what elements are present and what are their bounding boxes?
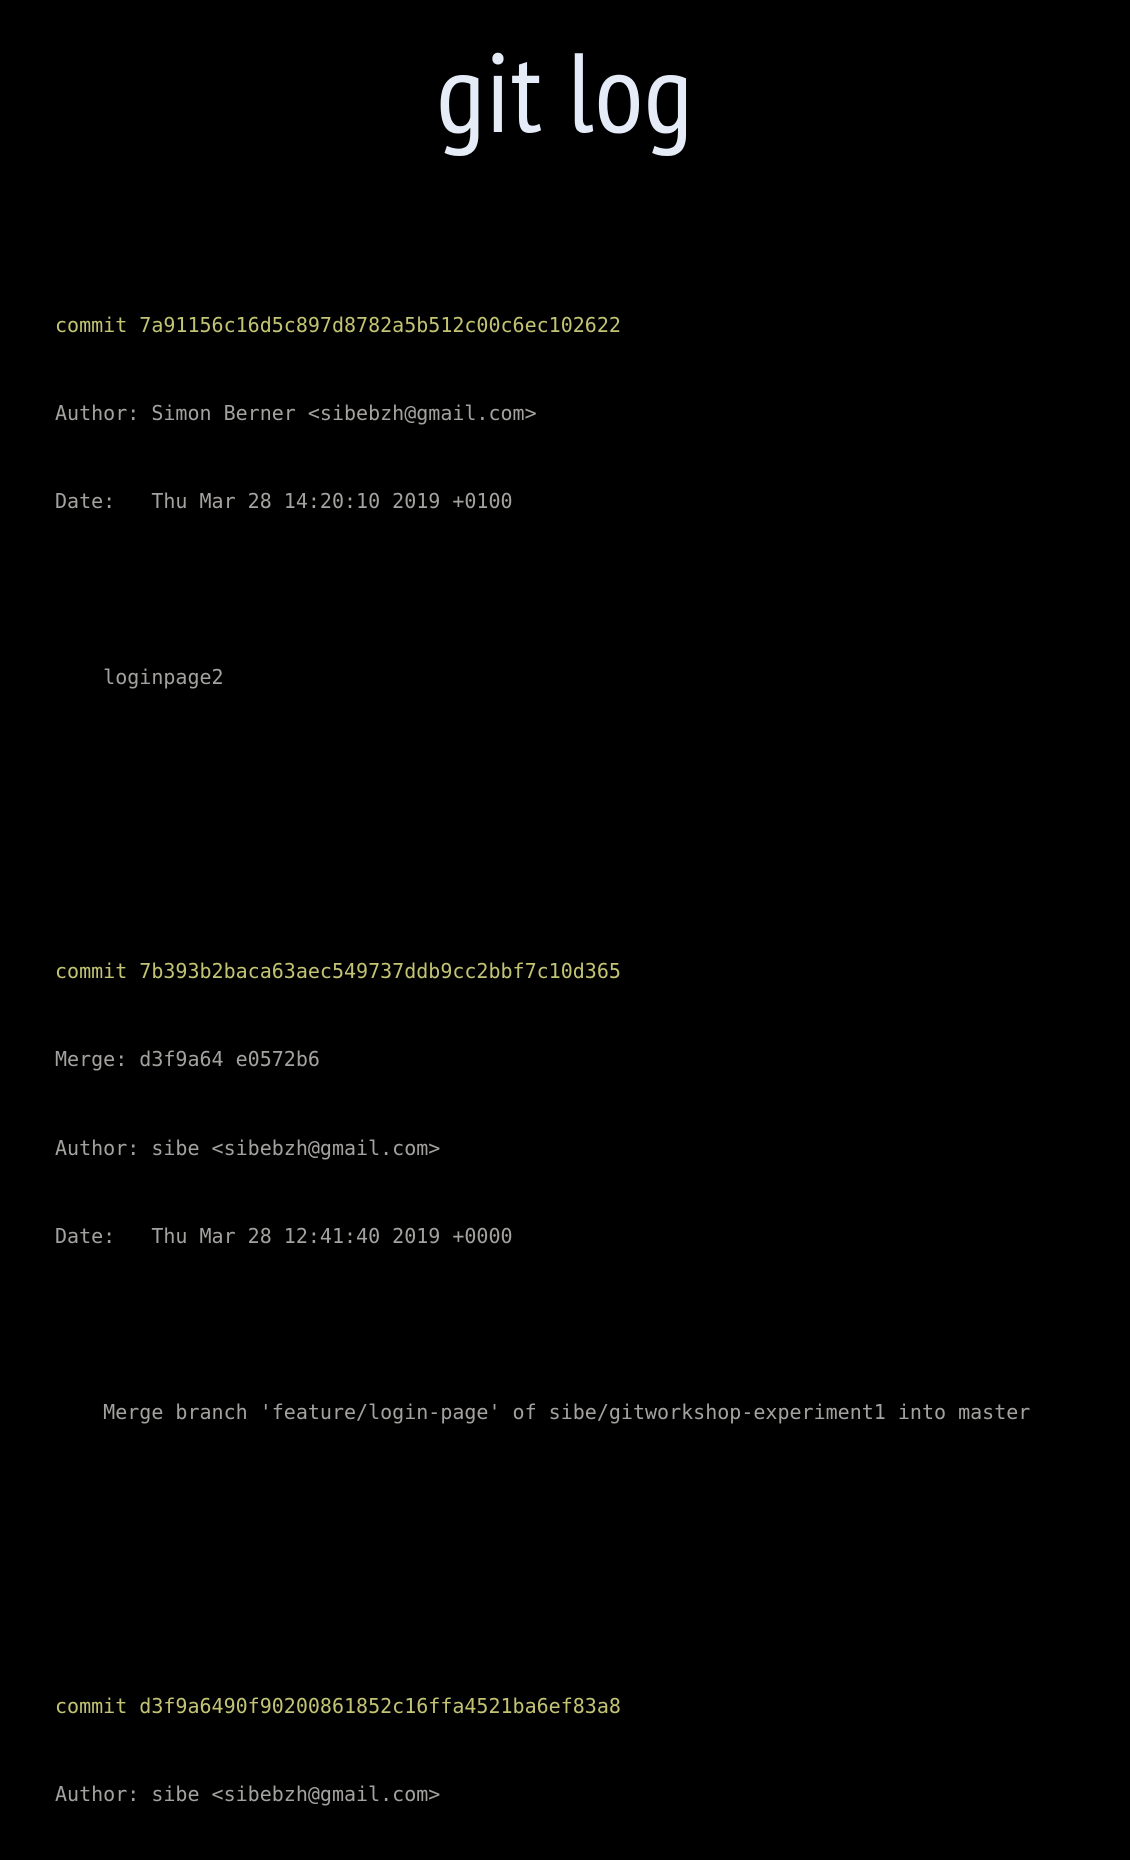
terminal-output: commit 7a91156c16d5c897d8782a5b512c00c6e… bbox=[55, 193, 1075, 1860]
commit-block: commit d3f9a6490f90200861852c16ffa4521ba… bbox=[55, 1633, 1075, 1860]
blank-line bbox=[55, 1310, 1075, 1339]
commit-message: Merge branch 'feature/login-page' of sib… bbox=[55, 1398, 1075, 1427]
commit-date-line: Date: Thu Mar 28 12:41:40 2019 +0000 bbox=[55, 1222, 1075, 1251]
commit-block: commit 7b393b2baca63aec549737ddb9cc2bbf7… bbox=[55, 898, 1075, 1486]
commit-author-line: Author: sibe <sibebzh@gmail.com> bbox=[55, 1780, 1075, 1809]
commit-author-line: Author: sibe <sibebzh@gmail.com> bbox=[55, 1134, 1075, 1163]
commit-hash-line: commit 7a91156c16d5c897d8782a5b512c00c6e… bbox=[55, 311, 1075, 340]
slide-title: git log bbox=[0, 0, 1130, 163]
blank-line bbox=[55, 575, 1075, 604]
commit-hash-line: commit d3f9a6490f90200861852c16ffa4521ba… bbox=[55, 1692, 1075, 1721]
commit-merge-line: Merge: d3f9a64 e0572b6 bbox=[55, 1045, 1075, 1074]
commit-date-line: Date: Thu Mar 28 14:20:10 2019 +0100 bbox=[55, 487, 1075, 516]
commit-message: loginpage2 bbox=[55, 663, 1075, 692]
commit-hash-line: commit 7b393b2baca63aec549737ddb9cc2bbf7… bbox=[55, 957, 1075, 986]
commit-block: commit 7a91156c16d5c897d8782a5b512c00c6e… bbox=[55, 252, 1075, 752]
blank-line bbox=[55, 810, 1075, 839]
blank-line bbox=[55, 1545, 1075, 1574]
commit-author-line: Author: Simon Berner <sibebzh@gmail.com> bbox=[55, 399, 1075, 428]
